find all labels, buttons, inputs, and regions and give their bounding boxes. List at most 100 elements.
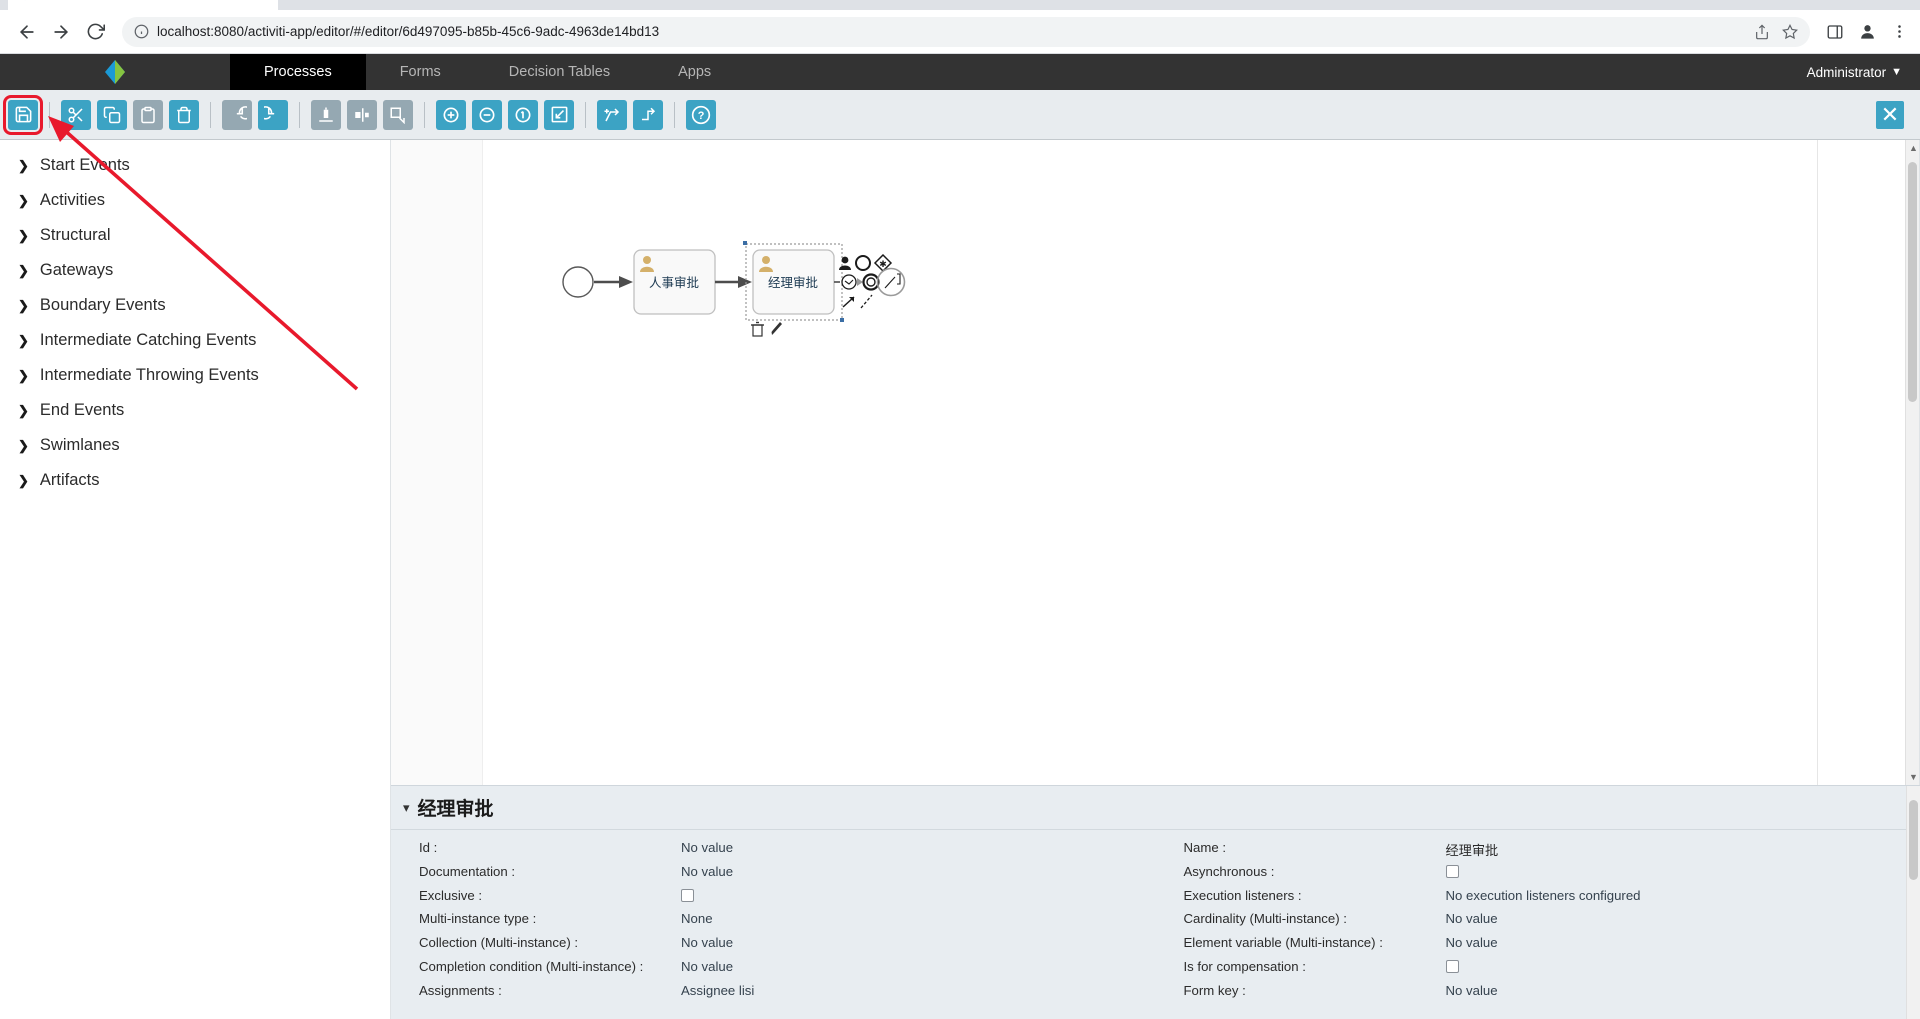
palette-group-intermediate-catching-events[interactable]: ❯ Intermediate Catching Events [0, 323, 390, 358]
chevron-right-icon: ❯ [18, 437, 29, 453]
new-tab-button[interactable]: + [292, 0, 302, 4]
copy-button[interactable] [97, 99, 127, 130]
property-value[interactable]: No value [681, 864, 733, 879]
activiti-diamond-logo[interactable] [0, 54, 230, 90]
palette-group-structural[interactable]: ❯ Structural [0, 218, 390, 253]
bendpoint-remove-button[interactable] [633, 99, 663, 130]
zoom-fit-button[interactable] [544, 99, 574, 130]
append-annotation-icon[interactable] [876, 267, 906, 297]
property-value[interactable]: None [681, 911, 713, 926]
property-value[interactable]: No execution listeners configured [1446, 888, 1641, 903]
tab-forms[interactable]: Forms [366, 54, 475, 90]
properties-header[interactable]: ▾ 经理审批 [391, 786, 1920, 830]
append-user-task-icon[interactable] [839, 256, 851, 270]
tab-processes[interactable]: Processes [230, 54, 366, 90]
tab-decision-tables[interactable]: Decision Tables [475, 54, 644, 90]
user-menu[interactable]: Administrator ▼ [1807, 54, 1920, 90]
property-value[interactable]: Assignee lisi [681, 983, 754, 998]
browser-tab-title: Activiti Editor [40, 0, 109, 1]
paste-button[interactable] [133, 99, 163, 130]
kebab-menu-icon[interactable] [1891, 23, 1908, 40]
property-label: Cardinality (Multi-instance) : [1183, 911, 1347, 927]
browser-tab-strip: Activiti Editor + [0, 0, 1920, 10]
connect-association-icon[interactable] [860, 294, 873, 309]
cut-button[interactable] [61, 99, 91, 130]
resize-handle-br[interactable] [840, 318, 844, 322]
user-task-manager-approval[interactable]: 经理审批 [752, 249, 835, 315]
sequence-flow-1[interactable] [594, 276, 633, 288]
nav-tabs: Processes Forms Decision Tables Apps [230, 54, 745, 90]
property-value[interactable]: No value [1446, 911, 1498, 926]
canvas-scroll-thumb[interactable] [1908, 162, 1917, 402]
append-end-event-icon[interactable] [855, 255, 871, 271]
scroll-down-arrow-icon[interactable]: ▼ [1909, 772, 1918, 782]
bendpoint-remove-icon [642, 107, 656, 120]
side-panel-icon[interactable] [1826, 23, 1844, 41]
resize-handle-tl[interactable] [743, 241, 747, 245]
property-value[interactable]: No value [1446, 983, 1498, 998]
tab-apps[interactable]: Apps [644, 54, 745, 90]
palette-group-intermediate-throwing-events[interactable]: ❯ Intermediate Throwing Events [0, 358, 390, 393]
delete-button[interactable] [169, 99, 199, 130]
property-label: Execution listeners : [1183, 887, 1302, 903]
property-value[interactable]: No value [681, 959, 733, 974]
properties-scroll-thumb[interactable] [1909, 800, 1918, 880]
palette-group-label: Structural [39, 226, 111, 244]
bpmn-canvas[interactable]: 人事审批 经理审批 ✱ ▲ ▼ [391, 140, 1920, 785]
browser-toolbar: localhost:8080/activiti-app/editor/#/edi… [0, 10, 1920, 54]
same-size-button[interactable] [383, 99, 413, 130]
palette-group-boundary-events[interactable]: ❯ Boundary Events [0, 288, 390, 323]
chevron-down-icon[interactable]: ▾ [403, 800, 410, 816]
star-icon[interactable] [1782, 23, 1798, 40]
save-button[interactable] [3, 94, 43, 135]
property-row-multi-instance-type: Multi-instance type : None [391, 911, 1156, 935]
exclusive-checkbox[interactable] [681, 888, 694, 902]
palette-group-start-events[interactable]: ❯ Start Events [0, 148, 390, 183]
palette-group-activities[interactable]: ❯ Activities [0, 183, 390, 218]
reload-icon[interactable] [80, 17, 110, 47]
bendpoint-add-button[interactable] [597, 99, 627, 130]
close-editor-button[interactable]: ✕ [1876, 100, 1904, 129]
share-icon[interactable] [1754, 23, 1770, 40]
properties-vertical-scrollbar[interactable] [1906, 786, 1920, 1019]
align-vertical-button[interactable] [311, 99, 341, 130]
property-row-element-variable: Element variable (Multi-instance) : No v… [1156, 935, 1920, 959]
help-button[interactable]: ? [686, 99, 716, 130]
user-task-hr-approval[interactable]: 人事审批 [633, 249, 716, 315]
start-event-node[interactable] [562, 266, 594, 298]
property-label: Multi-instance type : [419, 911, 537, 927]
zoom-out-button[interactable] [472, 99, 502, 130]
delete-element-icon[interactable] [751, 321, 764, 337]
asynchronous-checkbox[interactable] [1445, 864, 1459, 878]
palette-group-swimlanes[interactable]: ❯ Swimlanes [0, 428, 390, 463]
palette-group-label: Gateways [39, 261, 114, 279]
palette-group-gateways[interactable]: ❯ Gateways [0, 253, 390, 288]
property-value[interactable]: No value [681, 840, 733, 855]
property-row-execution-listeners: Execution listeners : No execution liste… [1156, 888, 1920, 912]
is-for-compensation-checkbox[interactable] [1445, 959, 1459, 973]
edit-element-icon[interactable] [771, 322, 783, 335]
zoom-actual-button[interactable] [508, 99, 538, 130]
profile-icon[interactable] [1858, 22, 1877, 41]
palette-group-end-events[interactable]: ❯ End Events [0, 393, 390, 428]
connect-sequence-flow-icon[interactable] [842, 296, 855, 308]
back-arrow-icon[interactable] [12, 17, 42, 47]
undo-button[interactable] [258, 99, 288, 130]
property-value[interactable]: 经理审批 [1446, 840, 1499, 859]
redo-button[interactable] [222, 99, 252, 130]
browser-tab[interactable]: Activiti Editor [8, 0, 278, 10]
address-bar[interactable]: localhost:8080/activiti-app/editor/#/edi… [122, 16, 1810, 47]
canvas-vertical-scrollbar[interactable]: ▲ ▼ [1905, 140, 1919, 785]
palette-group-artifacts[interactable]: ❯ Artifacts [0, 463, 390, 498]
forward-arrow-icon[interactable] [46, 17, 76, 47]
site-info-icon[interactable] [134, 24, 149, 39]
chevron-right-icon: ❯ [18, 297, 29, 313]
append-end-event-2-icon[interactable] [862, 273, 880, 291]
align-horizontal-button[interactable] [347, 99, 377, 130]
property-value[interactable]: No value [1446, 935, 1498, 950]
scroll-up-arrow-icon[interactable]: ▲ [1909, 143, 1918, 153]
zoom-in-icon [443, 107, 459, 122]
append-intermediate-event-icon[interactable] [841, 274, 857, 290]
zoom-in-button[interactable] [436, 99, 466, 130]
property-value[interactable]: No value [681, 935, 733, 950]
